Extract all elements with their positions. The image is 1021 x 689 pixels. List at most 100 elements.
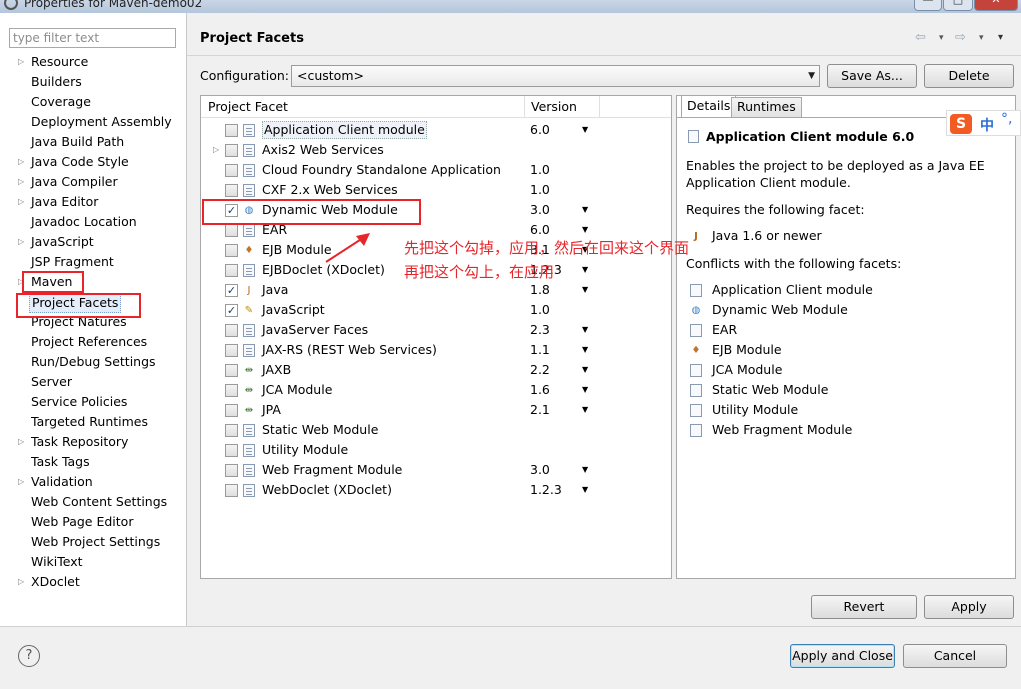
facet-row[interactable]: ⇹ JAXB 2.2 ▼ <box>201 360 671 380</box>
facet-checkbox[interactable] <box>225 424 238 437</box>
column-header-version[interactable]: Version <box>524 96 577 118</box>
facet-row[interactable]: JAX-RS (REST Web Services) 1.1 ▼ <box>201 340 671 360</box>
cancel-button[interactable]: Cancel <box>903 644 1007 668</box>
facet-row[interactable]: ✓ ✎ JavaScript 1.0 <box>201 300 671 320</box>
nav-item-java-compiler[interactable]: ▷ Java Compiler <box>0 172 186 192</box>
nav-item-web-content-settings[interactable]: Web Content Settings <box>0 492 186 512</box>
column-header-project-facet[interactable]: Project Facet <box>201 96 288 118</box>
nav-item-service-policies[interactable]: Service Policies <box>0 392 186 412</box>
facet-version[interactable]: 3.0 <box>530 460 550 480</box>
nav-item-jsp-fragment[interactable]: JSP Fragment <box>0 252 186 272</box>
nav-item-java-code-style[interactable]: ▷ Java Code Style <box>0 152 186 172</box>
facet-row[interactable]: Utility Module <box>201 440 671 460</box>
apply-and-close-button[interactable]: Apply and Close <box>790 644 895 668</box>
forward-icon[interactable]: ⇨ <box>955 30 966 46</box>
expand-arrow-icon[interactable]: ▷ <box>18 52 24 72</box>
facet-version[interactable]: 1.1 <box>530 340 550 360</box>
facet-row[interactable]: JavaServer Faces 2.3 ▼ <box>201 320 671 340</box>
facet-row[interactable]: Static Web Module <box>201 420 671 440</box>
help-icon[interactable]: ? <box>18 645 40 667</box>
facet-version[interactable]: 1.6 <box>530 380 550 400</box>
facet-checkbox[interactable] <box>225 364 238 377</box>
nav-item-validation[interactable]: ▷ Validation <box>0 472 186 492</box>
facet-checkbox[interactable] <box>225 404 238 417</box>
nav-item-run-debug-settings[interactable]: Run/Debug Settings <box>0 352 186 372</box>
facet-version[interactable]: 6.0 <box>530 120 550 140</box>
facet-checkbox[interactable] <box>225 384 238 397</box>
version-dropdown-icon[interactable]: ▼ <box>582 400 588 420</box>
back-history-dropdown-icon[interactable]: ▾ <box>939 33 944 49</box>
nav-item-targeted-runtimes[interactable]: Targeted Runtimes <box>0 412 186 432</box>
back-icon[interactable]: ⇦ <box>915 30 926 46</box>
facet-row[interactable]: Cloud Foundry Standalone Application 1.0 <box>201 160 671 180</box>
facet-row[interactable]: ✓ J Java 1.8 ▼ <box>201 280 671 300</box>
filter-input[interactable] <box>9 28 176 48</box>
configuration-select[interactable]: <custom> ▼ <box>291 65 820 87</box>
facet-checkbox[interactable]: ✓ <box>225 284 238 297</box>
save-as-button[interactable]: Save As... <box>827 64 917 88</box>
facet-row[interactable]: Web Fragment Module 3.0 ▼ <box>201 460 671 480</box>
expand-arrow-icon[interactable]: ▷ <box>18 152 24 172</box>
tab-details[interactable]: Details <box>681 95 737 117</box>
revert-button[interactable]: Revert <box>811 595 917 619</box>
version-dropdown-icon[interactable]: ▼ <box>582 460 588 480</box>
ime-status-badge[interactable]: S 中 °, <box>946 110 1021 136</box>
nav-item-project-references[interactable]: Project References <box>0 332 186 352</box>
version-dropdown-icon[interactable]: ▼ <box>582 380 588 400</box>
facet-checkbox[interactable] <box>225 444 238 457</box>
nav-item-task-tags[interactable]: Task Tags <box>0 452 186 472</box>
expand-arrow-icon[interactable]: ▷ <box>18 572 24 592</box>
expand-arrow-icon[interactable]: ▷ <box>213 140 219 160</box>
close-window-button[interactable]: ✕ <box>974 0 1018 11</box>
facet-row[interactable]: Application Client module 6.0 ▼ <box>201 120 671 140</box>
version-dropdown-icon[interactable]: ▼ <box>582 320 588 340</box>
facet-version[interactable]: 2.3 <box>530 320 550 340</box>
delete-button[interactable]: Delete <box>924 64 1014 88</box>
facet-checkbox[interactable] <box>225 184 238 197</box>
facet-checkbox[interactable] <box>225 144 238 157</box>
nav-item-java-editor[interactable]: ▷ Java Editor <box>0 192 186 212</box>
facet-version[interactable]: 2.2 <box>530 360 550 380</box>
nav-item-web-project-settings[interactable]: Web Project Settings <box>0 532 186 552</box>
facet-checkbox[interactable] <box>225 164 238 177</box>
expand-arrow-icon[interactable]: ▷ <box>18 432 24 452</box>
nav-item-wikitext[interactable]: WikiText <box>0 552 186 572</box>
tab-runtimes[interactable]: Runtimes <box>731 97 802 117</box>
nav-item-coverage[interactable]: Coverage <box>0 92 186 112</box>
facet-checkbox[interactable]: ✓ <box>225 304 238 317</box>
facet-checkbox[interactable] <box>225 244 238 257</box>
expand-arrow-icon[interactable]: ▷ <box>18 472 24 492</box>
facet-row[interactable]: WebDoclet (XDoclet) 1.2.3 ▼ <box>201 480 671 500</box>
expand-arrow-icon[interactable]: ▷ <box>18 172 24 192</box>
nav-item-xdoclet[interactable]: ▷ XDoclet <box>0 572 186 592</box>
apply-button[interactable]: Apply <box>924 595 1014 619</box>
minimize-button[interactable]: — <box>914 0 942 11</box>
facet-row[interactable]: ⇹ JPA 2.1 ▼ <box>201 400 671 420</box>
facet-checkbox[interactable] <box>225 124 238 137</box>
facet-checkbox[interactable] <box>225 264 238 277</box>
nav-item-web-page-editor[interactable]: Web Page Editor <box>0 512 186 532</box>
facet-checkbox[interactable] <box>225 324 238 337</box>
nav-item-javadoc-location[interactable]: Javadoc Location <box>0 212 186 232</box>
version-dropdown-icon[interactable]: ▼ <box>582 340 588 360</box>
version-dropdown-icon[interactable]: ▼ <box>582 120 588 140</box>
forward-history-dropdown-icon[interactable]: ▾ <box>979 33 984 49</box>
expand-arrow-icon[interactable]: ▷ <box>18 192 24 212</box>
version-dropdown-icon[interactable]: ▼ <box>582 360 588 380</box>
facet-row[interactable]: ⇹ JCA Module 1.6 ▼ <box>201 380 671 400</box>
facet-row[interactable]: CXF 2.x Web Services 1.0 <box>201 180 671 200</box>
expand-arrow-icon[interactable]: ▷ <box>18 232 24 252</box>
nav-item-java-build-path[interactable]: Java Build Path <box>0 132 186 152</box>
facet-checkbox[interactable] <box>225 344 238 357</box>
nav-item-builders[interactable]: Builders <box>0 72 186 92</box>
facet-checkbox[interactable] <box>225 484 238 497</box>
version-dropdown-icon[interactable]: ▼ <box>582 260 588 280</box>
nav-item-task-repository[interactable]: ▷ Task Repository <box>0 432 186 452</box>
facet-version[interactable]: 3.0 <box>530 200 550 220</box>
version-dropdown-icon[interactable]: ▼ <box>582 480 588 500</box>
facet-version[interactable]: 2.1 <box>530 400 550 420</box>
column-separator[interactable] <box>599 96 600 118</box>
facet-version[interactable]: 1.2.3 <box>530 480 562 500</box>
nav-item-server[interactable]: Server <box>0 372 186 392</box>
nav-item-resource[interactable]: ▷ Resource <box>0 52 186 72</box>
